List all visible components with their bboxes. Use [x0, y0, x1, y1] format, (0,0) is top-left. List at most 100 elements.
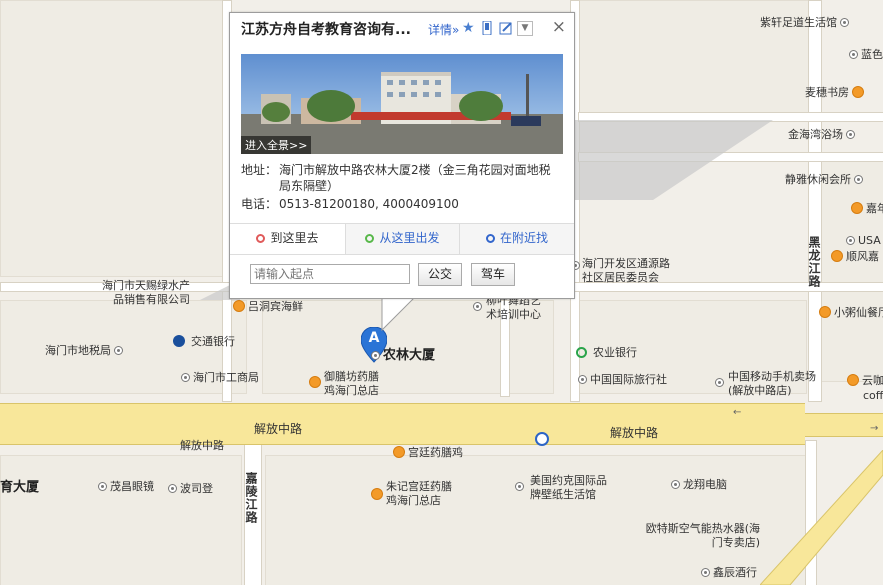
map-canvas[interactable]: 解放中路 解放中路 解放中路 嘉陵江路 黑龙江路 紫轩足道生活馆 蓝色 麦穗书房…	[0, 0, 883, 585]
restaurant-icon	[819, 306, 831, 318]
restaurant-icon	[852, 86, 864, 98]
poi[interactable]: 交通银行	[173, 335, 235, 349]
poi-dot-icon	[840, 18, 849, 27]
poi[interactable]: 蓝色	[846, 48, 883, 62]
poi-dot-icon	[846, 130, 855, 139]
poi-dot-icon	[473, 302, 482, 311]
restaurant-icon	[831, 250, 843, 262]
poi[interactable]: 顺风嘉	[828, 250, 879, 264]
route-tabs: 到这里去 从这里出发 在附近找	[230, 223, 574, 255]
road-label-jiefang: 解放中路	[254, 422, 303, 436]
tab-nearby[interactable]: 在附近找	[459, 224, 574, 254]
drive-button[interactable]: 驾车	[471, 263, 515, 286]
bank-icon	[173, 335, 185, 347]
poi-dot-icon	[515, 482, 524, 491]
poi[interactable]: 云咖	[844, 374, 883, 388]
streetview-photo[interactable]: 进入全景>>	[241, 54, 563, 154]
marker-label[interactable]: 农林大厦	[368, 349, 435, 363]
poi[interactable]: 中国移动手机卖场(解放中路店)	[712, 370, 817, 398]
panorama-link[interactable]: 进入全景>>	[241, 136, 312, 154]
poi[interactable]: 海门开发区通源路社区居民委员会	[570, 257, 680, 285]
road-label-heilongjiang: 黑龙江路	[807, 236, 821, 288]
main-road	[0, 403, 805, 445]
poi[interactable]: 海门市天赐绿水产品销售有限公司	[100, 279, 190, 307]
origin-icon	[365, 234, 375, 243]
poi[interactable]: 波司登	[165, 482, 213, 496]
poi-dot-icon	[181, 373, 190, 382]
road-label-jialingjiang: 嘉陵江路	[244, 472, 258, 524]
phone-row: 电话： 0513-81200180, 4000409100	[241, 196, 561, 212]
city-block	[0, 0, 224, 277]
tab-go-here[interactable]: 到这里去	[230, 224, 345, 254]
road-label-jiefang: 解放中路	[610, 426, 659, 440]
poi-dot-icon	[849, 50, 858, 59]
start-point-input[interactable]	[250, 264, 410, 284]
restaurant-icon	[393, 446, 405, 458]
phone-label: 电话：	[241, 197, 278, 211]
poi[interactable]: 朱记宫廷药膳鸡海门总店	[368, 480, 458, 508]
direction-arrow-icon: →	[870, 423, 879, 434]
restaurant-icon	[847, 374, 859, 386]
poi-dot-icon	[98, 482, 107, 491]
poi[interactable]: 小粥仙餐厅	[816, 306, 883, 320]
poi[interactable]: 龙翔电脑	[668, 478, 727, 492]
bus-stop-icon[interactable]	[535, 432, 549, 446]
poi[interactable]: 嘉年	[848, 202, 883, 216]
close-icon[interactable]: ×	[552, 17, 566, 37]
phone-icon[interactable]	[481, 20, 495, 36]
poi: coff	[863, 389, 883, 402]
poi[interactable]: 海门市工商局	[178, 371, 259, 385]
restaurant-icon	[309, 376, 321, 388]
tab-start-here[interactable]: 从这里出发	[345, 224, 459, 254]
chevron-down-icon[interactable]: ▼	[517, 21, 533, 36]
poi[interactable]: USA	[843, 234, 881, 248]
marker-letter: A	[368, 330, 380, 346]
detail-link[interactable]: 详情»	[428, 21, 459, 38]
star-icon[interactable]: ★	[462, 21, 476, 35]
phone-value: 0513-81200180, 4000409100	[279, 197, 459, 211]
poi-dot-icon	[578, 375, 587, 384]
poi-dot-icon	[715, 378, 724, 387]
poi[interactable]: 海门市地税局	[45, 344, 126, 358]
restaurant-icon	[851, 202, 863, 214]
address-label: 地址：	[241, 163, 278, 177]
popup-title[interactable]: 江苏方舟自考教育咨询有...	[241, 19, 421, 39]
address-row: 地址： 海门市解放中路农林大厦2楼（金三角花园对面地税局东隔壁）	[241, 162, 561, 194]
city-block	[820, 160, 883, 382]
poi-dot-icon	[671, 480, 680, 489]
poi[interactable]: 吕洞宾海鲜	[230, 300, 303, 314]
poi[interactable]: 农业银行	[576, 346, 637, 360]
poi[interactable]: 茂昌眼镜	[95, 480, 154, 494]
destination-icon	[256, 234, 266, 243]
poi[interactable]: 静雅休闲会所	[785, 173, 866, 187]
minor-road	[808, 0, 822, 402]
poi-dot-icon	[846, 236, 855, 245]
bus-button[interactable]: 公交	[418, 263, 462, 286]
poi[interactable]: 紫轩足道生活馆	[760, 16, 852, 30]
poi[interactable]: 美国约克国际品牌壁纸生活馆	[512, 474, 612, 502]
direction-arrow-icon: ←	[733, 407, 742, 418]
restaurant-icon	[233, 300, 245, 312]
poi-dot-icon	[168, 484, 177, 493]
poi[interactable]: 金海湾浴场	[788, 128, 858, 142]
poi[interactable]: 鑫辰酒行	[698, 566, 757, 580]
info-popup: 江苏方舟自考教育咨询有... 详情» ★ ▼ × 进入全景>> 地址： 海门市解…	[229, 12, 575, 299]
city-block	[0, 455, 242, 585]
poi[interactable]: 宫廷药膳鸡	[390, 446, 463, 460]
popup-tail	[381, 296, 417, 332]
poi-dot-icon	[701, 568, 710, 577]
building-icon	[371, 351, 380, 360]
poi[interactable]: 麦穗书房	[805, 86, 867, 100]
poi-dot-icon	[114, 346, 123, 355]
edit-icon[interactable]	[499, 21, 513, 35]
bank-icon	[576, 347, 587, 358]
address-value: 海门市解放中路农林大厦2楼（金三角花园对面地税局东隔壁）	[279, 163, 551, 193]
poi-building[interactable]: 育大厦	[0, 481, 39, 495]
poi[interactable]: 御膳坊药膳鸡海门总店	[306, 370, 386, 398]
diagonal-road	[760, 450, 883, 585]
poi[interactable]: 欧特斯空气能热水器(海门专卖店)	[640, 522, 760, 550]
search-icon	[485, 234, 495, 243]
poi[interactable]: 中国国际旅行社	[575, 373, 667, 387]
poi-dot-icon	[854, 175, 863, 184]
restaurant-icon	[371, 488, 383, 500]
